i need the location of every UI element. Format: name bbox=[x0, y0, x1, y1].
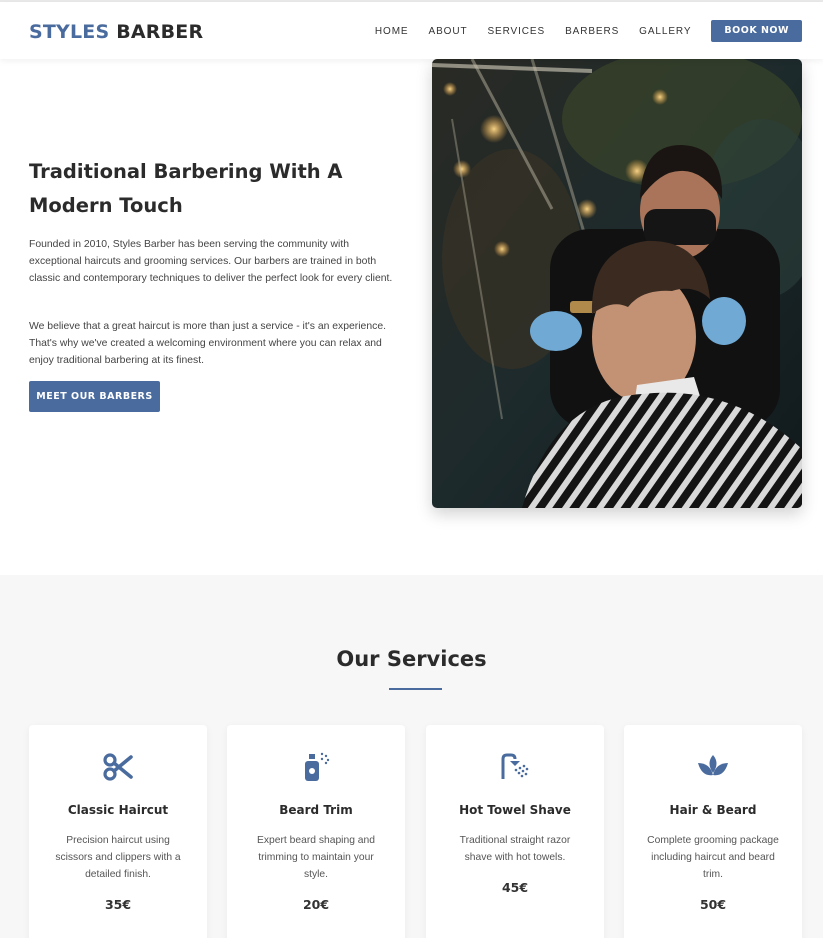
site-header: STYLES BARBER HOME ABOUT SERVICES BARBER… bbox=[0, 2, 823, 59]
book-now-button[interactable]: BOOK NOW bbox=[711, 20, 802, 42]
barber-photo-illustration bbox=[432, 59, 802, 508]
service-name: Hair & Beard bbox=[669, 803, 757, 817]
service-price: 20€ bbox=[302, 897, 330, 912]
service-card-classic-haircut[interactable]: Classic Haircut Precision haircut using … bbox=[29, 725, 207, 938]
nav-barbers[interactable]: BARBERS bbox=[565, 26, 619, 37]
service-card-beard-trim[interactable]: Beard Trim Expert beard shaping and trim… bbox=[227, 725, 405, 938]
service-description: Complete grooming package including hair… bbox=[647, 835, 779, 880]
hero-barber-photo bbox=[432, 59, 802, 508]
heading-underline bbox=[389, 688, 442, 690]
service-price: 50€ bbox=[699, 897, 727, 912]
hero-paragraph-experience: We believe that a great haircut is more … bbox=[29, 321, 386, 366]
meet-our-barbers-button[interactable]: MEET OUR BARBERS bbox=[29, 381, 160, 412]
service-name: Beard Trim bbox=[279, 803, 353, 817]
nav-about[interactable]: ABOUT bbox=[429, 26, 468, 37]
shower-icon bbox=[426, 749, 604, 785]
services-heading: Our Services bbox=[336, 647, 487, 671]
site-logo[interactable]: STYLES BARBER bbox=[29, 21, 203, 43]
service-name: Classic Haircut bbox=[67, 803, 169, 817]
service-description: Traditional straight razor shave with ho… bbox=[459, 835, 571, 863]
nav-services[interactable]: SERVICES bbox=[487, 26, 545, 37]
service-card-hair-and-beard[interactable]: Hair & Beard Complete grooming package i… bbox=[624, 725, 802, 938]
service-price: 45€ bbox=[501, 880, 529, 895]
spa-lotus-icon bbox=[624, 749, 802, 785]
main-nav: HOME ABOUT SERVICES BARBERS GALLERY BOOK… bbox=[375, 20, 802, 42]
nav-gallery[interactable]: GALLERY bbox=[639, 26, 691, 37]
logo-part-barber: BARBER bbox=[116, 21, 204, 43]
nav-home[interactable]: HOME bbox=[375, 26, 409, 37]
scissors-icon bbox=[29, 749, 207, 785]
hero-paragraph-intro: Founded in 2010, Styles Barber has been … bbox=[29, 239, 393, 284]
service-name: Hot Towel Shave bbox=[459, 803, 571, 817]
hero-title: Traditional Barbering With A Modern Touc… bbox=[29, 160, 343, 217]
logo-part-styles: STYLES bbox=[29, 21, 110, 43]
service-card-hot-towel-shave[interactable]: Hot Towel Shave Traditional straight raz… bbox=[426, 725, 604, 938]
service-description: Expert beard shaping and trimming to mai… bbox=[257, 835, 375, 880]
service-description: Precision haircut using scissors and cli… bbox=[55, 835, 181, 880]
spray-bottle-icon bbox=[227, 749, 405, 785]
service-price: 35€ bbox=[104, 897, 132, 912]
